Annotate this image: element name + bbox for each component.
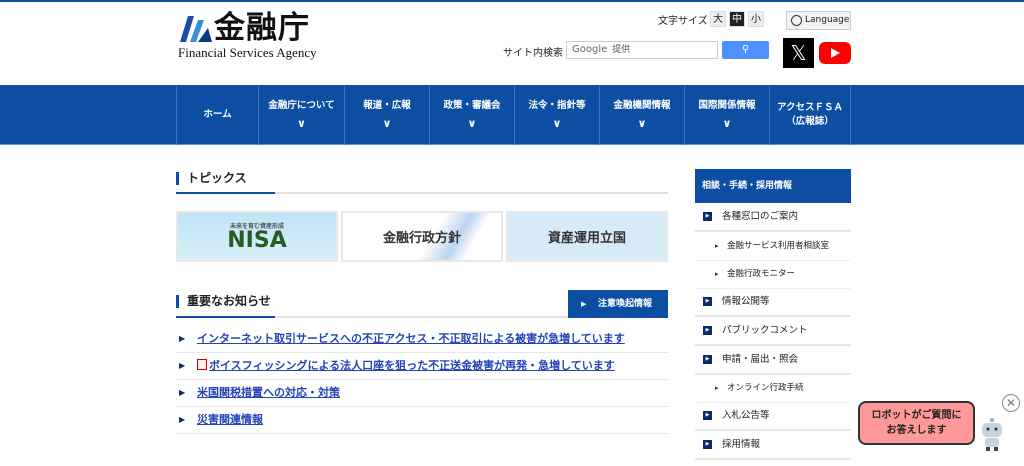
youtube-icon[interactable]: [819, 42, 851, 64]
pdf-icon: [197, 359, 207, 370]
sidebar-subitem[interactable]: 金融サービス利用者相談室: [695, 232, 851, 261]
chevron-down-icon: ∨: [637, 117, 647, 130]
sidebar-item[interactable]: ▶ 申請・届出・照会: [695, 346, 851, 375]
font-size-large[interactable]: 大: [710, 11, 726, 27]
sidebar-label: 採用情報: [722, 439, 761, 450]
nav-label: アクセスＦＳＡ: [776, 102, 844, 113]
language-label: Language: [805, 15, 850, 25]
sidebar-label: 金融サービス利用者相談室: [727, 241, 830, 251]
sidebar-label: 入札公告等: [722, 410, 770, 421]
news-link[interactable]: インターネット取引サービスへの不正アクセス・不正取引による被害が急増しています: [197, 332, 625, 345]
sidebar-item[interactable]: ▶ 採用情報: [695, 431, 851, 460]
font-size-small[interactable]: 小: [748, 11, 764, 27]
sidebar-item[interactable]: ▶ 情報公開等: [695, 288, 851, 317]
robot-icon[interactable]: [978, 418, 1006, 452]
nav-policy[interactable]: 政策・審議会 ∨: [429, 85, 514, 145]
font-size-label: 文字サイズ: [658, 16, 708, 27]
sidebar-subitem[interactable]: オンライン行政手続: [695, 374, 851, 403]
font-size-medium[interactable]: 中: [729, 11, 745, 27]
chatbot-text: ロボットがご質問に: [871, 410, 962, 421]
arrow-icon: ▶: [179, 361, 186, 370]
sidebar-item[interactable]: ▶ パブリックコメント: [695, 317, 851, 346]
nav-access-fsa[interactable]: アクセスＦＳＡ （広報誌）: [769, 85, 851, 145]
sidebar-item[interactable]: ▶ 各種窓口のご案内: [695, 203, 851, 232]
nav-press[interactable]: 報道・広報 ∨: [344, 85, 429, 145]
language-button[interactable]: Language: [786, 11, 851, 30]
nav-label: 報道・広報: [363, 100, 411, 111]
chevron-down-icon: ∨: [467, 117, 477, 130]
main-nav: ホーム 金融庁について ∨ 報道・広報 ∨ 政策・審議会 ∨ 法令・指針等 ∨ 金融機関…: [0, 85, 1024, 145]
news-item: ▶ ボイスフィッシングによる法人口座を狙った不正送金被害が再発・急増しています: [176, 353, 668, 380]
chatbot-bubble[interactable]: ロボットがご質問に お答えします: [858, 401, 975, 445]
arrow-icon: ▶: [179, 334, 186, 343]
sidebar-subitem[interactable]: 金融行政モニター: [695, 260, 851, 289]
divider: [176, 316, 568, 318]
notices-title: 重要なお知らせ: [176, 295, 271, 308]
sidebar-item[interactable]: ▶ 入札公告等: [695, 402, 851, 431]
nav-label: 金融機関情報: [613, 100, 671, 111]
nav-institutions[interactable]: 金融機関情報 ∨: [599, 85, 684, 145]
asset-banner[interactable]: 資産運用立国: [506, 211, 668, 262]
sidebar-label: パブリックコメント: [722, 325, 808, 336]
arrow-icon: ▶: [703, 440, 712, 449]
nav-label: ホーム: [203, 109, 232, 120]
sidebar-title: 相談・手続・採用情報: [695, 169, 851, 203]
globe-icon: [791, 15, 802, 26]
news-item: ▶ インターネット取引サービスへの不正アクセス・不正取引による被害が急増しています: [176, 326, 668, 353]
nav-home[interactable]: ホーム: [176, 85, 258, 145]
chevron-down-icon: ∨: [722, 117, 732, 130]
chevron-down-icon: ∨: [552, 117, 562, 130]
search-placeholder: 提供: [612, 45, 631, 55]
google-brand: Google: [572, 44, 608, 55]
nav-label: 金融庁について: [268, 100, 335, 111]
nav-laws[interactable]: 法令・指針等 ∨: [514, 85, 599, 145]
sidebar-label: 情報公開等: [722, 296, 770, 307]
news-item: ▶ 米国関税措置への対応・対策: [176, 380, 668, 407]
search-label: サイト内検索: [503, 48, 563, 59]
sidebar-label: 申請・届出・照会: [722, 354, 799, 365]
search-input[interactable]: Google 提供: [566, 41, 718, 59]
arrow-icon: ▶: [703, 411, 712, 420]
arrow-icon: ▶: [703, 212, 712, 221]
news-link[interactable]: ボイスフィッシングによる法人口座を狙った不正送金被害が再発・急増しています: [209, 359, 615, 372]
arrow-icon: ▶: [703, 297, 712, 306]
news-link[interactable]: 米国関税措置への対応・対策: [197, 386, 340, 399]
news-item: ▶ 災害関連情報: [176, 407, 668, 434]
nav-label: （広報誌）: [786, 116, 834, 127]
news-link[interactable]: 災害関連情報: [197, 413, 263, 426]
banner-label: 資産運用立国: [547, 231, 626, 246]
sidebar-label: 各種窓口のご案内: [722, 211, 799, 222]
arrow-icon: ▶: [703, 355, 712, 364]
arrow-icon: ▶: [179, 388, 186, 397]
nav-about[interactable]: 金融庁について ∨: [258, 85, 344, 145]
arrow-icon: ▶: [179, 415, 186, 424]
x-social-icon[interactable]: 𝕏: [783, 38, 814, 68]
close-icon[interactable]: ✕: [1002, 394, 1020, 412]
nav-label: 政策・審議会: [443, 100, 501, 111]
search-icon: ⚲: [741, 44, 750, 55]
sidebar-label: オンライン行政手続: [727, 383, 804, 393]
chevron-down-icon: ∨: [297, 117, 306, 130]
arrow-icon: ▶: [703, 326, 712, 335]
nav-international[interactable]: 国際関係情報 ∨: [684, 85, 769, 145]
policy-banner[interactable]: 金融行政方針: [341, 211, 503, 262]
logo-english: Financial Services Agency: [178, 45, 317, 60]
nav-label: 法令・指針等: [528, 100, 586, 111]
chatbot-text: お答えします: [886, 425, 947, 436]
banner-label: NISA: [227, 228, 287, 253]
search-button[interactable]: ⚲: [722, 41, 769, 59]
divider: [176, 192, 668, 194]
chevron-down-icon: ∨: [382, 117, 392, 130]
nisa-banner[interactable]: 未来を育む資産形成 NISA: [176, 211, 338, 262]
alert-info-button[interactable]: 注意喚起情報: [568, 290, 668, 318]
fsa-logo-icon[interactable]: [178, 14, 212, 44]
banner-label: 金融行政方針: [382, 231, 461, 246]
logo-text[interactable]: 金融庁: [214, 10, 310, 46]
sidebar-label: 金融行政モニター: [727, 269, 796, 279]
topics-title: トピックス: [176, 172, 247, 185]
top-border: [0, 0, 1024, 2]
nav-label: 国際関係情報: [698, 100, 756, 111]
